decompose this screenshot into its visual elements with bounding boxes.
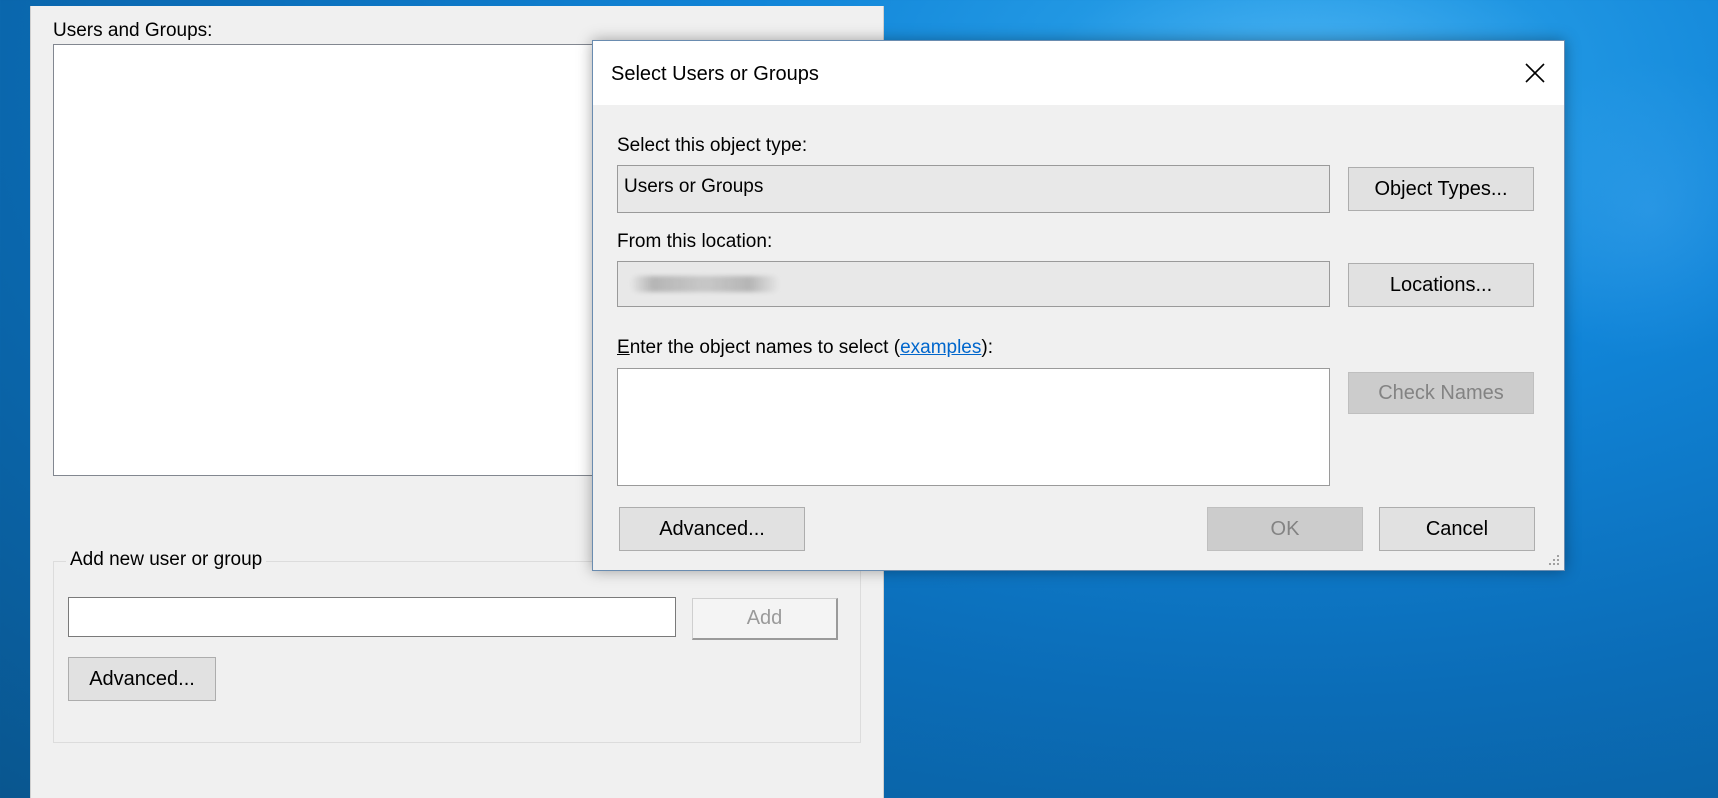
dialog-title: Select Users or Groups (611, 63, 819, 85)
add-user-input[interactable] (68, 597, 676, 637)
add-user-group-title: Add new user or group (66, 549, 267, 571)
location-field (617, 261, 1330, 307)
resize-grip-icon[interactable] (1548, 554, 1560, 566)
object-names-input[interactable] (617, 368, 1330, 486)
check-names-button[interactable]: Check Names (1348, 372, 1534, 414)
ok-button[interactable]: OK (1207, 507, 1363, 551)
object-type-value: Users or Groups (624, 176, 764, 197)
object-type-field: Users or Groups (617, 165, 1330, 213)
object-type-label: Select this object type: (617, 135, 808, 156)
back-advanced-button[interactable]: Advanced... (68, 657, 216, 701)
redacted-location (630, 276, 780, 292)
select-users-groups-dialog: Select Users or Groups Select this objec… (592, 40, 1565, 571)
users-groups-label: Users and Groups: (53, 20, 213, 41)
object-types-button[interactable]: Object Types... (1348, 167, 1534, 211)
add-button[interactable]: Add (692, 598, 838, 640)
close-icon (1525, 63, 1545, 83)
enter-names-text: nter the object names to select ( (629, 337, 901, 358)
location-label: From this location: (617, 231, 773, 252)
enter-names-suffix: ): (981, 337, 993, 358)
close-button[interactable] (1506, 41, 1564, 105)
add-user-group-box: Add new user or group Add Advanced... (53, 549, 861, 743)
enter-names-label: Enter the object names to select (exampl… (617, 337, 993, 359)
examples-link[interactable]: examples (900, 337, 981, 358)
dialog-titlebar[interactable]: Select Users or Groups (593, 41, 1564, 105)
cancel-button[interactable]: Cancel (1379, 507, 1535, 551)
enter-names-accelerator: E (617, 337, 630, 358)
dialog-advanced-button[interactable]: Advanced... (619, 507, 805, 551)
locations-button[interactable]: Locations... (1348, 263, 1534, 307)
